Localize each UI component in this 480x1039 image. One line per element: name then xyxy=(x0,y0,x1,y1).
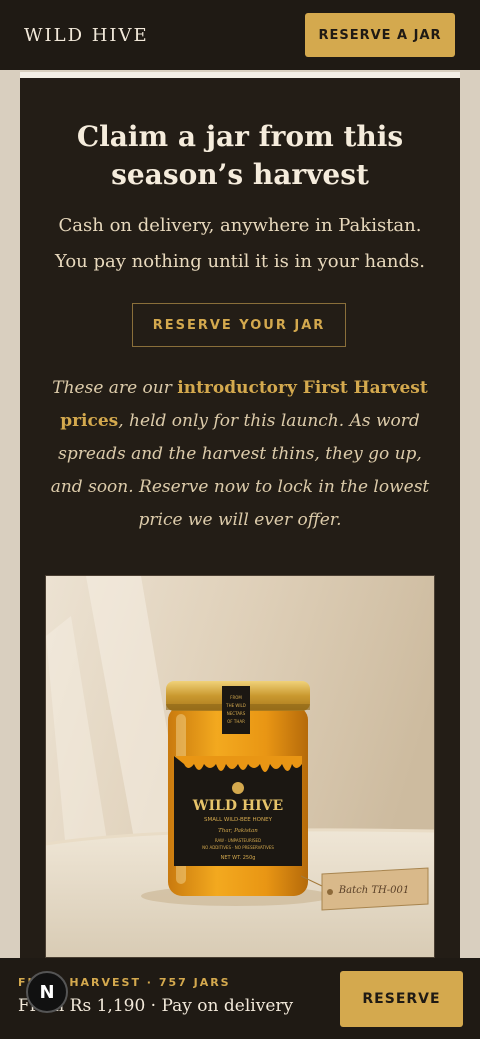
svg-text:NECTARS: NECTARS xyxy=(227,711,246,716)
svg-text:RAW · UNPASTEURISED: RAW · UNPASTEURISED xyxy=(215,838,261,843)
bottom-bar: FIRST HARVEST · 757 JARS From Rs 1,190 ·… xyxy=(0,958,480,1039)
svg-text:FROM: FROM xyxy=(230,695,242,700)
svg-text:SMALL WILD-BEE HONEY: SMALL WILD-BEE HONEY xyxy=(204,817,273,823)
heading-line-1: Claim a jar from this xyxy=(76,120,404,153)
product-photo: FROM THE WILD NECTARS OF THAR WILD HIVE … xyxy=(45,575,435,958)
svg-text:WILD HIVE: WILD HIVE xyxy=(192,798,283,814)
svg-text:Batch TH-001: Batch TH-001 xyxy=(338,885,409,896)
svg-text:NO ADDITIVES · NO PRESERVATIVE: NO ADDITIVES · NO PRESERVATIVES xyxy=(202,845,274,850)
subtitle: Cash on delivery, anywhere in Pakistan. … xyxy=(55,215,425,272)
intro-paragraph: These are our introductory First Harvest… xyxy=(44,372,436,537)
svg-text:OF THAR: OF THAR xyxy=(227,719,245,724)
svg-text:NET WT. 250g: NET WT. 250g xyxy=(221,855,256,861)
top-navbar: WILD HIVE RESERVE A JAR xyxy=(0,0,480,70)
n-badge-icon[interactable]: N xyxy=(26,971,68,1013)
brand-logo[interactable]: WILD HIVE xyxy=(24,25,149,46)
svg-text:THE WILD: THE WILD xyxy=(225,703,246,708)
reserve-your-jar-button[interactable]: RESERVE YOUR JAR xyxy=(132,303,346,347)
reserve-jar-button[interactable]: RESERVE A JAR xyxy=(305,13,455,57)
svg-text:Thar, Pakistan: Thar, Pakistan xyxy=(218,828,258,834)
intro-text-start: These are our xyxy=(52,378,178,398)
reserve-card: Claim a jar from this season’s harvest C… xyxy=(20,78,460,958)
reserve-button[interactable]: RESERVE xyxy=(340,971,463,1027)
honey-jar-illustration: FROM THE WILD NECTARS OF THAR WILD HIVE … xyxy=(46,576,434,957)
page-title: Claim a jar from this season’s harvest xyxy=(20,118,460,194)
heading-line-2: season’s harvest xyxy=(111,158,369,191)
